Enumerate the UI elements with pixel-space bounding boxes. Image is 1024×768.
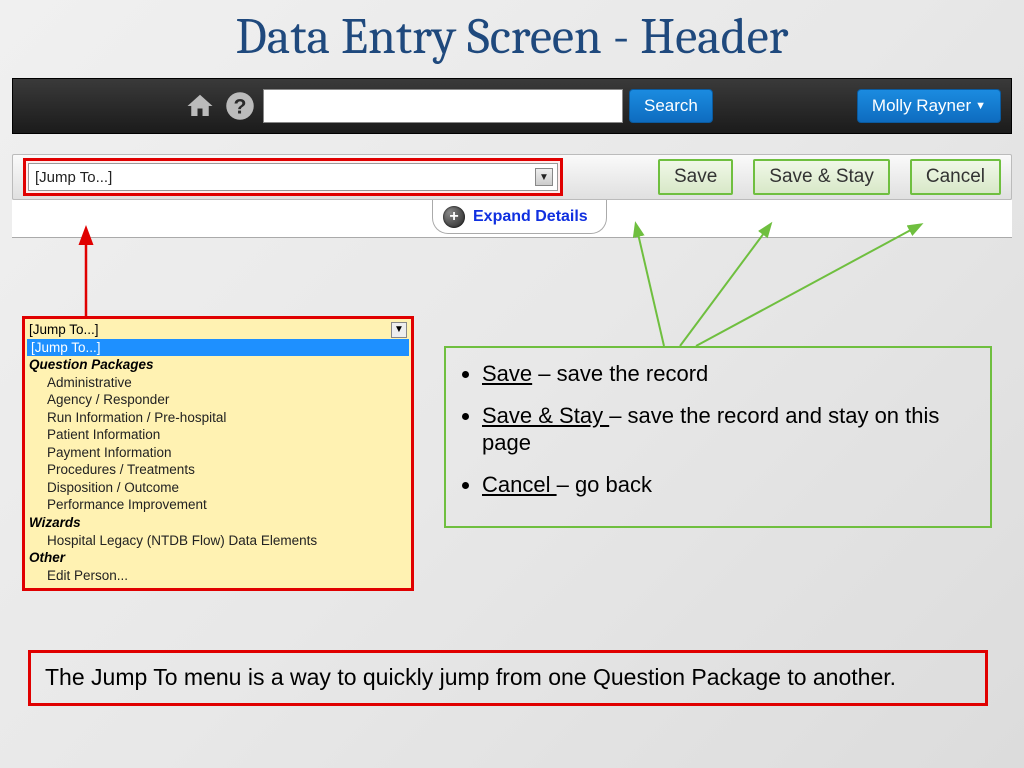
dropdown-selected-item[interactable]: [Jump To...] (27, 339, 409, 357)
expand-label: Expand Details (473, 208, 588, 226)
dropdown-item[interactable]: Performance Improvement (27, 496, 409, 514)
info-callout: Save – save the record Save & Stay – sav… (444, 346, 992, 528)
dropdown-item[interactable]: Run Information / Pre-hospital (27, 409, 409, 427)
action-row: [Jump To...] ▼ Save Save & Stay Cancel (12, 154, 1012, 200)
info-item: Cancel – go back (482, 471, 972, 499)
footnote-box: The Jump To menu is a way to quickly jum… (28, 650, 988, 706)
chevron-down-icon: ▼ (975, 100, 986, 112)
info-item: Save & Stay – save the record and stay o… (482, 402, 972, 457)
save-stay-button[interactable]: Save & Stay (753, 159, 890, 195)
dropdown-group-label: Wizards (27, 514, 409, 532)
home-icon[interactable] (183, 89, 217, 123)
chevron-down-icon: ▼ (391, 322, 407, 338)
info-item: Save – save the record (482, 360, 972, 388)
cancel-button[interactable]: Cancel (910, 159, 1001, 195)
dropdown-item[interactable]: Agency / Responder (27, 391, 409, 409)
chevron-down-icon: ▼ (535, 168, 553, 186)
app-header: ? Search Molly Rayner ▼ (12, 78, 1012, 134)
search-button[interactable]: Search (629, 89, 713, 123)
dropdown-group-label: Other (27, 549, 409, 567)
jump-to-value: [Jump To...] (35, 169, 112, 186)
dropdown-item[interactable]: Patient Information (27, 426, 409, 444)
dropdown-item[interactable]: Procedures / Treatments (27, 461, 409, 479)
dropdown-item[interactable]: Disposition / Outcome (27, 479, 409, 497)
save-button[interactable]: Save (658, 159, 733, 195)
svg-text:?: ? (234, 95, 247, 119)
dropdown-item[interactable]: Payment Information (27, 444, 409, 462)
user-name-label: Molly Rayner (872, 96, 971, 116)
expand-area: + Expand Details (12, 200, 1012, 238)
slide-title: Data Entry Screen - Header (0, 0, 1024, 66)
jump-to-select[interactable]: [Jump To...] ▼ (28, 163, 558, 191)
expand-details-tab[interactable]: + Expand Details (432, 200, 607, 234)
plus-icon: + (443, 206, 465, 228)
search-input[interactable] (263, 89, 623, 123)
dropdown-group-label: Question Packages (27, 356, 409, 374)
jump-to-dropdown-expanded: [Jump To...] ▼ [Jump To...] Question Pac… (22, 316, 414, 591)
dropdown-item[interactable]: Edit Person... (27, 567, 409, 585)
dropdown-item[interactable]: Hospital Legacy (NTDB Flow) Data Element… (27, 532, 409, 550)
user-menu-button[interactable]: Molly Rayner ▼ (857, 89, 1001, 123)
jump-to-highlight: [Jump To...] ▼ (23, 158, 563, 196)
dropdown-item[interactable]: Administrative (27, 374, 409, 392)
help-icon[interactable]: ? (223, 89, 257, 123)
dropdown-head-label: [Jump To...] (29, 321, 99, 339)
